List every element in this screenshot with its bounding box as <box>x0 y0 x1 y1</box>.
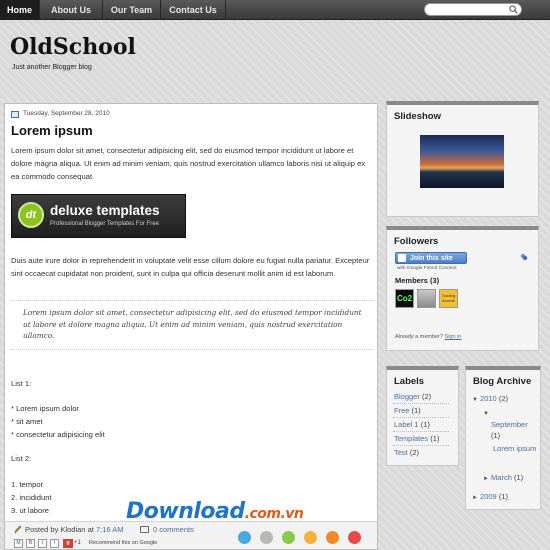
plus-one-label: +1 <box>74 540 81 546</box>
expand-triangle-icon: ▼ <box>472 397 478 403</box>
nav-home[interactable]: Home <box>0 0 40 20</box>
label-item[interactable]: Test (2) <box>394 448 419 457</box>
join-this-site-button[interactable]: Join this site <box>395 252 467 264</box>
member-avatar[interactable] <box>417 289 436 308</box>
followers-widget: Followers Join this site with Google Fri… <box>386 226 539 351</box>
archive-month-march[interactable]: ► March (1) <box>483 472 523 485</box>
slideshow-widget: Slideshow <box>386 101 539 217</box>
deluxe-templates-banner[interactable]: dt deluxe templates Professional Blogger… <box>11 194 186 238</box>
labels-title: Labels <box>394 376 425 387</box>
label-item[interactable]: Label 1 (1) <box>394 420 430 429</box>
list-item: 3. ut labore <box>11 506 49 515</box>
blockquote: Lorem ipsum dolor sit amet, consectetur … <box>11 300 373 350</box>
label-divider <box>393 403 449 404</box>
post-paragraph-2: Duis aute irure dolor in reprehenderit i… <box>11 256 370 278</box>
member-avatar[interactable]: Co2 <box>395 289 414 308</box>
pencil-icon <box>14 525 22 534</box>
sign-in-link[interactable]: Sign in <box>445 334 462 340</box>
label-item[interactable]: Free (1) <box>394 406 421 415</box>
post-author: Klodian <box>60 525 86 534</box>
facebook-share-button[interactable]: f <box>50 539 59 548</box>
banner-subtitle: Professional Blogger Templates For Free <box>50 221 159 227</box>
download-watermark: Download.com.vn <box>126 499 304 524</box>
member-avatar[interactable]: Trading Arcade <box>439 289 458 308</box>
comments-link[interactable]: 0 comments <box>153 525 194 534</box>
blog-title[interactable]: OldSchool <box>10 34 136 60</box>
list-item: 1. tempor <box>11 480 44 489</box>
join-label: Join this site <box>410 255 453 262</box>
slideshow-image[interactable] <box>420 135 504 188</box>
post-time-link[interactable]: 7:16 AM <box>96 525 124 534</box>
archive-month-september[interactable]: September (1) <box>491 419 528 441</box>
banner-title: deluxe templates <box>50 203 160 218</box>
already-label: Already a member? <box>395 334 443 340</box>
posted-by-label: Posted by <box>25 525 59 534</box>
already-member-text: Already a member? Sign in <box>395 334 461 340</box>
twitter-share-button[interactable]: t <box>38 539 47 548</box>
post-date: Tuesday, September 28, 2010 <box>23 110 110 117</box>
friend-connect-icon <box>398 254 406 262</box>
search-icon[interactable] <box>509 5 518 14</box>
followers-title: Followers <box>394 236 439 247</box>
post-column: Tuesday, September 28, 2010 Lorem ipsum … <box>4 103 378 550</box>
recommend-text: Recommend this on Google <box>89 540 158 546</box>
at-label: at <box>87 525 94 534</box>
blogthis-share-button[interactable]: B <box>26 539 35 548</box>
blog-archive-title: Blog Archive <box>473 376 532 387</box>
nav-our-team[interactable]: Our Team <box>103 0 161 20</box>
post-title[interactable]: Lorem ipsum <box>11 123 93 138</box>
members-count: Members (3) <box>395 276 440 285</box>
archive-year-2010[interactable]: ▼ 2010 (2) <box>472 393 508 406</box>
collapse-triangle-icon: ► <box>483 476 489 482</box>
expand-triangle-icon[interactable]: ▼ <box>483 407 489 420</box>
nav-contact-us[interactable]: Contact Us <box>161 0 226 20</box>
email-share-button[interactable]: M <box>14 539 23 548</box>
deluxe-templates-logo: dt <box>18 202 44 228</box>
label-item[interactable]: Blogger (2) <box>394 392 431 401</box>
post-paragraph-1: Lorem ipsum dolor sit amet, consectetur … <box>11 146 366 181</box>
slideshow-title: Slideshow <box>394 111 441 122</box>
collapse-triangle-icon: ► <box>472 495 478 501</box>
color-dot[interactable] <box>326 531 339 544</box>
archive-post-link[interactable]: Lorem ipsum <box>493 443 536 454</box>
search-input[interactable] <box>424 3 522 16</box>
list-item: 2. incididunt <box>11 493 52 502</box>
archive-year-2009[interactable]: ► 2009 (1) <box>472 491 508 504</box>
list2-title: List 2: <box>11 454 32 463</box>
nav-about-us[interactable]: About Us <box>40 0 103 20</box>
color-dot[interactable] <box>260 531 273 544</box>
followers-settings-icon[interactable] <box>520 253 528 261</box>
blog-description: Just another Blogger blog <box>12 64 92 71</box>
friend-connect-text: with Google Friend Connect <box>397 266 457 271</box>
label-divider <box>393 431 449 432</box>
blog-archive-widget: Blog Archive ▼ 2010 (2) ▼ September (1) … <box>465 366 541 510</box>
comment-icon <box>140 526 149 533</box>
list-item: * Lorem ipsum dolor <box>11 404 79 413</box>
list1-title: List 1: <box>11 379 32 388</box>
list-item: * sit amet <box>11 417 43 426</box>
color-dot[interactable] <box>282 531 295 544</box>
labels-widget: Labels Blogger (2) Free (1) Label 1 (1) … <box>386 366 459 466</box>
label-item[interactable]: Templates (1) <box>394 434 439 443</box>
color-dot[interactable] <box>348 531 361 544</box>
color-dot[interactable] <box>238 531 251 544</box>
color-dot[interactable] <box>304 531 317 544</box>
label-divider <box>393 445 449 446</box>
posted-by: Posted by Klodian at 7:16 AM <box>25 525 123 534</box>
calendar-icon <box>11 111 19 118</box>
post-footer: Posted by Klodian at 7:16 AM 0 comments … <box>5 521 377 549</box>
top-navigation: Home About Us Our Team Contact Us <box>0 0 550 20</box>
list-item: * consectetur adipisicing elit <box>11 430 105 439</box>
google-plus-button[interactable]: g <box>63 539 73 548</box>
label-divider <box>393 417 449 418</box>
